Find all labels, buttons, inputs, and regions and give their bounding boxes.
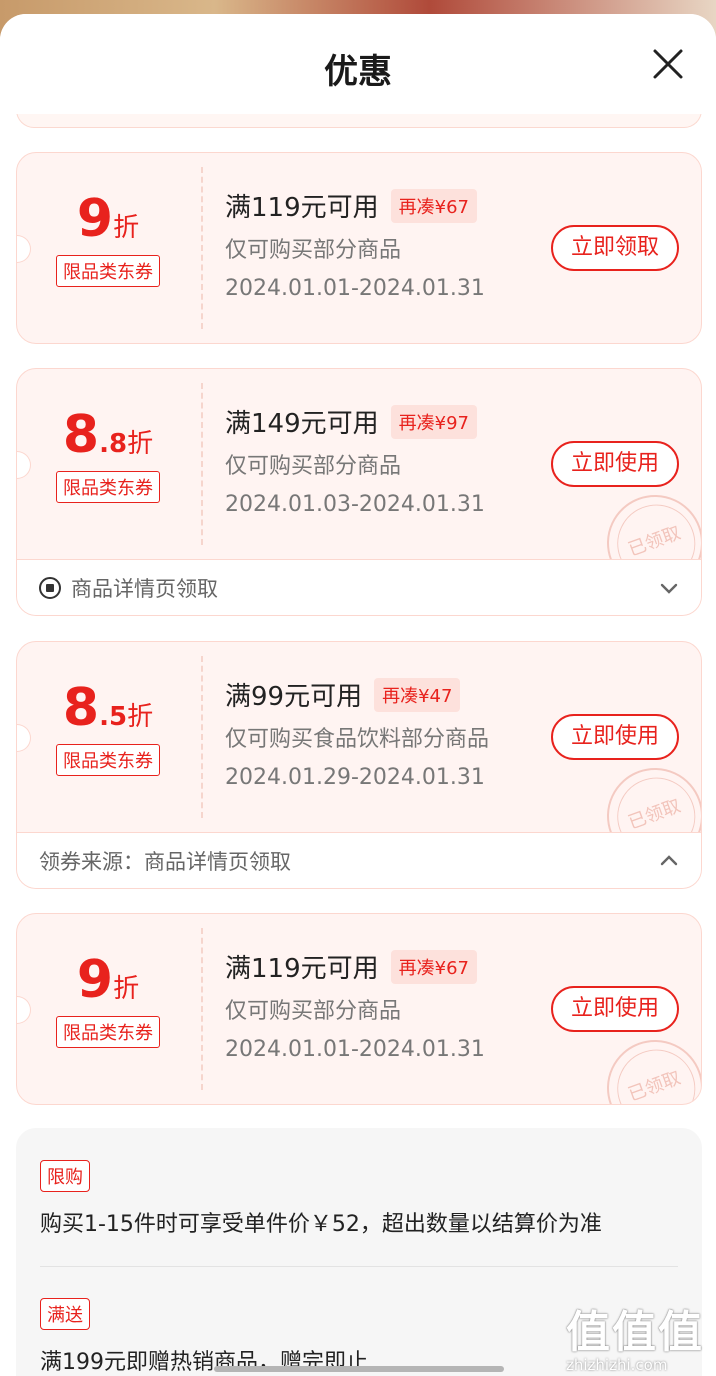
close-icon[interactable] <box>648 44 688 84</box>
coupon-scope: 仅可购买部分商品 <box>225 999 402 1024</box>
chevron-up-icon[interactable] <box>657 849 681 873</box>
watermark-logo: 值值值 <box>566 1307 704 1358</box>
discount-value: 9折 <box>76 950 140 1010</box>
use-button[interactable]: 立即使用 <box>551 714 679 760</box>
coupon-dates: 2024.01.01-2024.01.31 <box>225 1037 485 1062</box>
purchase-limit-text: 购买1-15件时可享受单件价￥52，超出数量以结算价为准 <box>40 1212 602 1237</box>
add-more-badge: 再凑¥97 <box>390 404 477 439</box>
coupon-condition: 满149元可用 <box>225 409 379 439</box>
sheet-header: 优惠 <box>0 14 716 114</box>
coupon-discount-block: 8.5折 限品类东券 <box>37 682 179 776</box>
coupon-dates: 2024.01.29-2024.01.31 <box>225 765 485 790</box>
ticket-icon <box>39 576 61 599</box>
discount-value: 8.8折 <box>62 405 154 465</box>
coupon-condition: 满119元可用 <box>225 193 379 223</box>
sheet-title: 优惠 <box>324 52 392 92</box>
coupon-source-text: 商品详情页领取 <box>71 576 218 601</box>
site-watermark: 值值值 zhizhizhi.com <box>566 1296 712 1374</box>
coupon-type-tag: 限品类东券 <box>56 1016 160 1048</box>
add-more-badge: 再凑¥67 <box>390 949 477 984</box>
discount-value: 8.5折 <box>62 678 154 738</box>
coupon-discount-block: 8.8折 限品类东券 <box>37 409 179 503</box>
coupon-card: 9折 限品类东券 满119元可用 再凑¥67 仅可购买部分商品 2024.01.… <box>16 913 702 1105</box>
coupon-details: 满119元可用 再凑¥67 仅可购买部分商品 2024.01.01-2024.0… <box>225 948 485 1062</box>
coupon-scope: 仅可购买部分商品 <box>225 238 402 263</box>
add-more-badge: 再凑¥47 <box>374 677 461 712</box>
coupon-scope: 仅可购买食品饮料部分商品 <box>225 727 490 752</box>
chevron-down-icon[interactable] <box>657 576 681 600</box>
coupon-type-tag: 限品类东券 <box>56 744 160 776</box>
coupon-card: 8.8折 限品类东券 满149元可用 再凑¥97 仅可购买部分商品 2024.0… <box>16 368 702 616</box>
coupon-discount-block: 9折 限品类东券 <box>37 954 179 1048</box>
claim-button[interactable]: 立即领取 <box>551 225 679 271</box>
coupon-details: 满119元可用 再凑¥67 仅可购买部分商品 2024.01.01-2024.0… <box>225 187 485 301</box>
use-button[interactable]: 立即使用 <box>551 441 679 487</box>
coupon-type-tag: 限品类东券 <box>56 255 160 287</box>
coupon-card: 8.5折 限品类东券 满99元可用 再凑¥47 仅可购买食品饮料部分商品 202… <box>16 641 702 889</box>
coupon-source-text: 领券来源：商品详情页领取 <box>39 849 291 874</box>
coupon-source-row[interactable]: 领券来源：商品详情页领取 <box>17 832 701 888</box>
coupon-type-tag: 限品类东券 <box>56 471 160 503</box>
coupon-sheet: 优惠 9折 限品类东券 满119元可用 再凑¥67 仅可购买部分商品 2024.… <box>0 14 716 1376</box>
discount-value: 9折 <box>76 189 140 249</box>
coupon-details: 满99元可用 再凑¥47 仅可购买食品饮料部分商品 2024.01.29-202… <box>225 676 489 790</box>
coupon-scope: 仅可购买部分商品 <box>225 454 402 479</box>
coupon-discount-block: 9折 限品类东券 <box>37 193 179 287</box>
coupon-source-row[interactable]: 商品详情页领取 <box>17 559 701 615</box>
home-indicator[interactable] <box>214 1366 504 1372</box>
divider <box>40 1266 678 1267</box>
claimed-stamp: 已领取 <box>593 1026 701 1104</box>
coupon-dates: 2024.01.01-2024.01.31 <box>225 276 485 301</box>
gift-promo-tag: 满送 <box>40 1298 90 1330</box>
coupon-condition: 满119元可用 <box>225 954 379 984</box>
coupon-dates: 2024.01.03-2024.01.31 <box>225 492 485 517</box>
purchase-limit-tag: 限购 <box>40 1160 90 1192</box>
add-more-badge: 再凑¥67 <box>390 188 477 223</box>
use-button[interactable]: 立即使用 <box>551 986 679 1032</box>
coupon-details: 满149元可用 再凑¥97 仅可购买部分商品 2024.01.03-2024.0… <box>225 403 485 517</box>
coupon-card: 9折 限品类东券 满119元可用 再凑¥67 仅可购买部分商品 2024.01.… <box>16 152 702 344</box>
coupon-condition: 满99元可用 <box>225 682 363 712</box>
